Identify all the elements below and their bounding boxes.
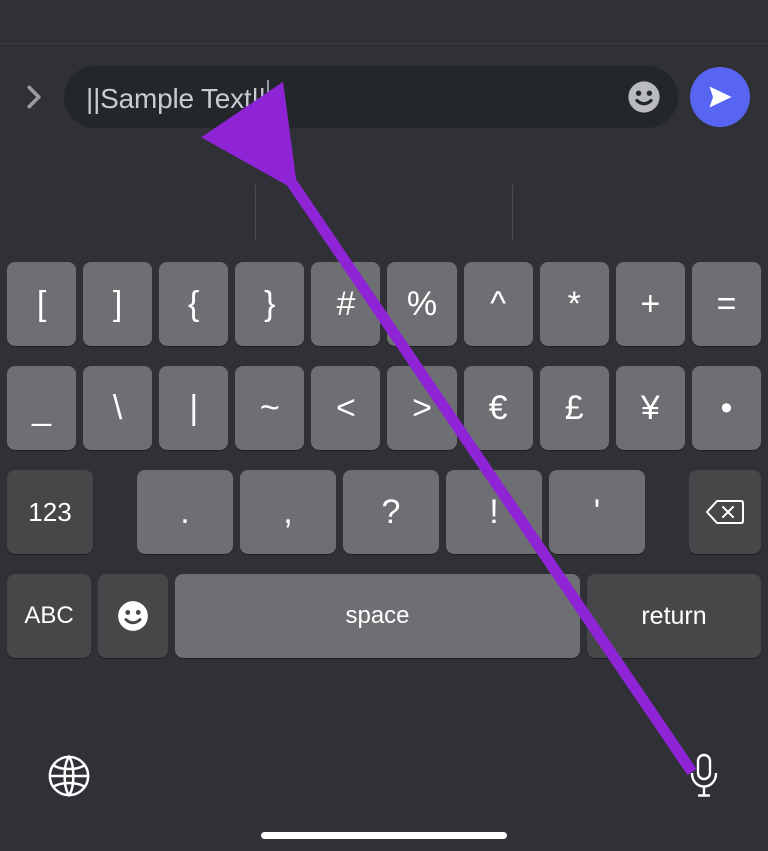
key-return[interactable]: return bbox=[587, 574, 761, 658]
key-euro[interactable]: € bbox=[464, 366, 533, 450]
key-yen[interactable]: ¥ bbox=[616, 366, 685, 450]
key-backslash[interactable]: \ bbox=[83, 366, 152, 450]
suggestion-slot-3[interactable] bbox=[513, 185, 768, 241]
row3-gap-right bbox=[652, 470, 682, 554]
send-icon bbox=[705, 83, 735, 111]
row3-gap-left bbox=[100, 470, 130, 554]
key-apostrophe[interactable]: ' bbox=[549, 470, 645, 554]
key-hash[interactable]: # bbox=[311, 262, 380, 346]
key-pound[interactable]: £ bbox=[540, 366, 609, 450]
key-right-bracket[interactable]: ] bbox=[83, 262, 152, 346]
key-abc[interactable]: ABC bbox=[7, 574, 91, 658]
key-question[interactable]: ? bbox=[343, 470, 439, 554]
keyboard-bottom-bar bbox=[0, 738, 768, 818]
key-bullet[interactable]: • bbox=[692, 366, 761, 450]
backspace-icon bbox=[705, 498, 745, 526]
keyboard-row-4: ABC space return bbox=[7, 574, 761, 658]
emoji-picker-icon[interactable] bbox=[626, 79, 662, 115]
key-plus[interactable]: + bbox=[616, 262, 685, 346]
keyboard-suggestions bbox=[0, 185, 768, 241]
key-comma[interactable]: , bbox=[240, 470, 336, 554]
keyboard-row-1: [ ] { } # % ^ * + = bbox=[7, 262, 761, 346]
key-left-bracket[interactable]: [ bbox=[7, 262, 76, 346]
key-exclamation[interactable]: ! bbox=[446, 470, 542, 554]
message-text: ||Sample Text|| bbox=[86, 80, 616, 115]
keyboard-row-2: _ \ | ~ < > € £ ¥ • bbox=[7, 366, 761, 450]
send-button[interactable] bbox=[690, 67, 750, 127]
globe-icon[interactable] bbox=[46, 753, 92, 804]
message-input-field[interactable]: ||Sample Text|| bbox=[64, 66, 678, 128]
key-period[interactable]: . bbox=[137, 470, 233, 554]
chevron-right-icon[interactable] bbox=[16, 85, 52, 109]
key-emoji[interactable] bbox=[98, 574, 168, 658]
key-less-than[interactable]: < bbox=[311, 366, 380, 450]
suggestion-slot-2[interactable] bbox=[256, 185, 512, 241]
keyboard-row-3: 123 . , ? ! ' bbox=[7, 470, 761, 554]
mic-icon[interactable] bbox=[686, 752, 722, 805]
input-bar: ||Sample Text|| bbox=[0, 62, 768, 132]
key-tilde[interactable]: ~ bbox=[235, 366, 304, 450]
emoji-icon bbox=[116, 599, 150, 633]
key-underscore[interactable]: _ bbox=[7, 366, 76, 450]
key-space[interactable]: space bbox=[175, 574, 580, 658]
keyboard: [ ] { } # % ^ * + = _ \ | ~ < > € £ ¥ • … bbox=[0, 262, 768, 678]
home-indicator[interactable] bbox=[261, 832, 507, 839]
key-greater-than[interactable]: > bbox=[387, 366, 456, 450]
key-asterisk[interactable]: * bbox=[540, 262, 609, 346]
key-percent[interactable]: % bbox=[387, 262, 456, 346]
text-cursor bbox=[267, 80, 269, 114]
top-hairline bbox=[0, 43, 768, 44]
key-equals[interactable]: = bbox=[692, 262, 761, 346]
suggestion-slot-1[interactable] bbox=[0, 185, 256, 241]
key-left-brace[interactable]: { bbox=[159, 262, 228, 346]
message-text-content: ||Sample Text|| bbox=[86, 83, 266, 114]
key-caret[interactable]: ^ bbox=[464, 262, 533, 346]
key-right-brace[interactable]: } bbox=[235, 262, 304, 346]
key-pipe[interactable]: | bbox=[159, 366, 228, 450]
key-123[interactable]: 123 bbox=[7, 470, 93, 554]
key-backspace[interactable] bbox=[689, 470, 761, 554]
